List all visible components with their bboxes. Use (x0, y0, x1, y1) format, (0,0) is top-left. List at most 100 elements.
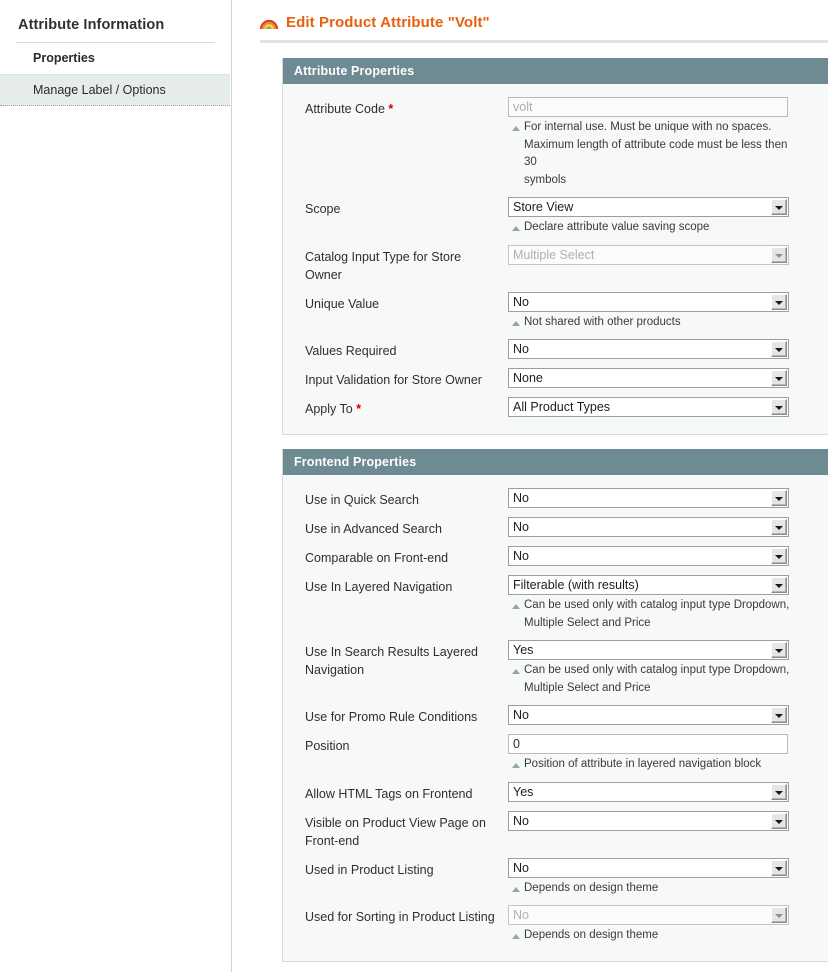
form-row-use-in-layered-navigation: Use In Layered Navigation Filterable (wit… (283, 575, 828, 632)
field-label-input-validation-for-store-owner: Input Validation for Store Owner (305, 368, 508, 389)
select-used-for-sorting-in-product-listing: No (508, 905, 789, 925)
field-label-comparable-on-front-end: Comparable on Front-end (305, 546, 508, 567)
field-hint-used-in-product-listing: Depends on design theme (508, 880, 790, 898)
sidebar-nav-list: Properties Manage Label / Options (0, 43, 231, 106)
field-label-use-in-layered-navigation: Use In Layered Navigation (305, 575, 508, 596)
field-hint-use-in-layered-navigation: Can be used only with catalog input type… (508, 597, 790, 632)
field-label-text: Allow HTML Tags on Frontend (305, 786, 473, 801)
field-label-text: Catalog Input Type for Store Owner (305, 249, 462, 282)
chevron-down-icon[interactable] (771, 490, 787, 506)
select-use-in-advanced-search[interactable]: No (508, 517, 789, 537)
select-catalog-input-type-for-store-owner: Multiple Select (508, 244, 789, 265)
chevron-down-icon[interactable] (771, 548, 787, 564)
field-wrap-use-in-search-results-layered-navigation: Yes Can be used only with catalog input t… (508, 640, 828, 697)
sidebar-item-properties[interactable]: Properties (0, 43, 231, 74)
select-value: No (513, 708, 529, 722)
field-label-text: Visible on Product View Page on Front-en… (305, 815, 486, 848)
panel-frontend-properties: Frontend Properties Use in Quick Search No… (282, 449, 828, 962)
chevron-down-icon[interactable] (771, 907, 787, 923)
field-label-text: Use in Advanced Search (305, 522, 442, 536)
form-row-unique-value: Unique Value No Not shared with other prod… (283, 291, 828, 332)
select-apply-to[interactable]: All Product Types (508, 397, 789, 417)
chevron-down-icon[interactable] (771, 859, 787, 876)
select-value: No (513, 491, 529, 505)
select-value: No (513, 860, 529, 875)
field-label-text: Use for Promo Rule Conditions (305, 710, 478, 724)
field-wrap-use-in-layered-navigation: Filterable (with results) Can be used onl… (508, 575, 828, 632)
field-label-text: Comparable on Front-end (305, 551, 449, 565)
form-row-allow-html-tags-on-frontend: Allow HTML Tags on Frontend Yes (283, 781, 828, 803)
field-label-text: Values Required (305, 344, 397, 358)
field-label-unique-value: Unique Value (305, 292, 508, 313)
field-label-text: Use In Layered Navigation (305, 580, 453, 594)
select-unique-value[interactable]: No (508, 291, 789, 312)
select-value: No (513, 813, 529, 828)
field-label-visible-on-product-view-page-on-front-end: Visible on Product View Page on Front-en… (305, 811, 508, 850)
field-wrap-comparable-on-front-end: No (508, 546, 828, 566)
field-wrap-use-in-quick-search: No (508, 488, 828, 508)
select-comparable-on-front-end[interactable]: No (508, 546, 789, 566)
field-label-text: Unique Value (305, 296, 380, 311)
sidebar-item-label: Properties (33, 51, 95, 65)
chevron-down-icon[interactable] (771, 519, 787, 535)
field-label-used-in-product-listing: Used in Product Listing (305, 858, 508, 879)
field-wrap-values-required: No (508, 339, 828, 359)
chevron-down-icon[interactable] (771, 246, 787, 263)
chevron-down-icon[interactable] (771, 783, 787, 800)
hint-bullet-line: Can be used only with catalog input type… (512, 662, 790, 680)
form-row-catalog-input-type-for-store-owner: Catalog Input Type for Store Owner Multip… (283, 244, 828, 284)
required-asterisk: * (384, 102, 394, 116)
select-value: Yes (513, 643, 534, 657)
select-value: Store View (513, 200, 574, 214)
select-scope[interactable]: Store View (508, 197, 789, 217)
select-use-for-promo-rule-conditions[interactable]: No (508, 705, 789, 725)
chevron-down-icon[interactable] (771, 199, 787, 215)
chevron-down-icon[interactable] (771, 812, 787, 829)
panel-attribute-properties: Attribute Properties Attribute Code * volt… (282, 58, 828, 435)
select-used-in-product-listing[interactable]: No (508, 857, 789, 878)
form-row-scope: Scope Store View Declare attribute value s… (283, 197, 828, 237)
select-value: Multiple Select (513, 247, 595, 262)
field-label-values-required: Values Required (305, 339, 508, 360)
chevron-down-icon[interactable] (771, 707, 787, 723)
field-label-allow-html-tags-on-frontend: Allow HTML Tags on Frontend (305, 782, 508, 803)
select-use-in-search-results-layered-navigation[interactable]: Yes (508, 640, 789, 660)
form-row-use-in-quick-search: Use in Quick Search No (283, 488, 828, 509)
form-row-use-in-search-results-layered-navigation: Use In Search Results Layered Navigation… (283, 640, 828, 697)
form-row-visible-on-product-view-page-on-front-end: Visible on Product View Page on Front-en… (283, 810, 828, 850)
select-value: No (513, 520, 529, 534)
hint-bullet-line: Can be used only with catalog input type… (512, 597, 790, 615)
field-hint-position: Position of attribute in layered navigat… (508, 756, 790, 774)
select-value: No (513, 294, 529, 309)
chevron-down-icon[interactable] (771, 293, 787, 310)
chevron-down-icon[interactable] (771, 642, 787, 658)
input-position[interactable]: 0 (508, 734, 788, 754)
field-label-text: Used for Sorting in Product Listing (305, 910, 495, 924)
select-use-in-layered-navigation[interactable]: Filterable (with results) (508, 575, 789, 595)
field-label-use-in-advanced-search: Use in Advanced Search (305, 517, 508, 538)
field-label-use-in-search-results-layered-navigation: Use In Search Results Layered Navigation (305, 640, 508, 679)
rainbow-icon (260, 19, 278, 30)
select-values-required[interactable]: No (508, 339, 789, 359)
chevron-down-icon[interactable] (771, 370, 787, 386)
field-hint-used-for-sorting-in-product-listing: Depends on design theme (508, 927, 790, 945)
select-use-in-quick-search[interactable]: No (508, 488, 789, 508)
field-label-text: Position (305, 739, 350, 753)
hint-bullet-line: For internal use. Must be unique with no… (512, 119, 790, 137)
chevron-down-icon[interactable] (771, 399, 787, 415)
hint-bullet-line: Declare attribute value saving scope (512, 219, 790, 237)
hint-bullet-line: Depends on design theme (512, 880, 790, 898)
chevron-down-icon[interactable] (771, 577, 787, 593)
chevron-down-icon[interactable] (771, 341, 787, 357)
sidebar-item-manage-label-options[interactable]: Manage Label / Options (0, 74, 230, 106)
form-row-apply-to: Apply To * All Product Types (283, 397, 828, 418)
select-input-validation-for-store-owner[interactable]: None (508, 368, 789, 388)
header-divider (260, 40, 828, 44)
form-row-attribute-code: Attribute Code * volt For internal use. Mu… (283, 97, 828, 189)
field-label-apply-to: Apply To * (305, 397, 508, 418)
panel-title: Frontend Properties (283, 449, 828, 475)
hint-bullet-line: Depends on design theme (512, 927, 790, 945)
select-visible-on-product-view-page-on-front-end[interactable]: No (508, 810, 789, 831)
field-label-text: Attribute Code (305, 102, 385, 116)
select-allow-html-tags-on-frontend[interactable]: Yes (508, 781, 789, 802)
